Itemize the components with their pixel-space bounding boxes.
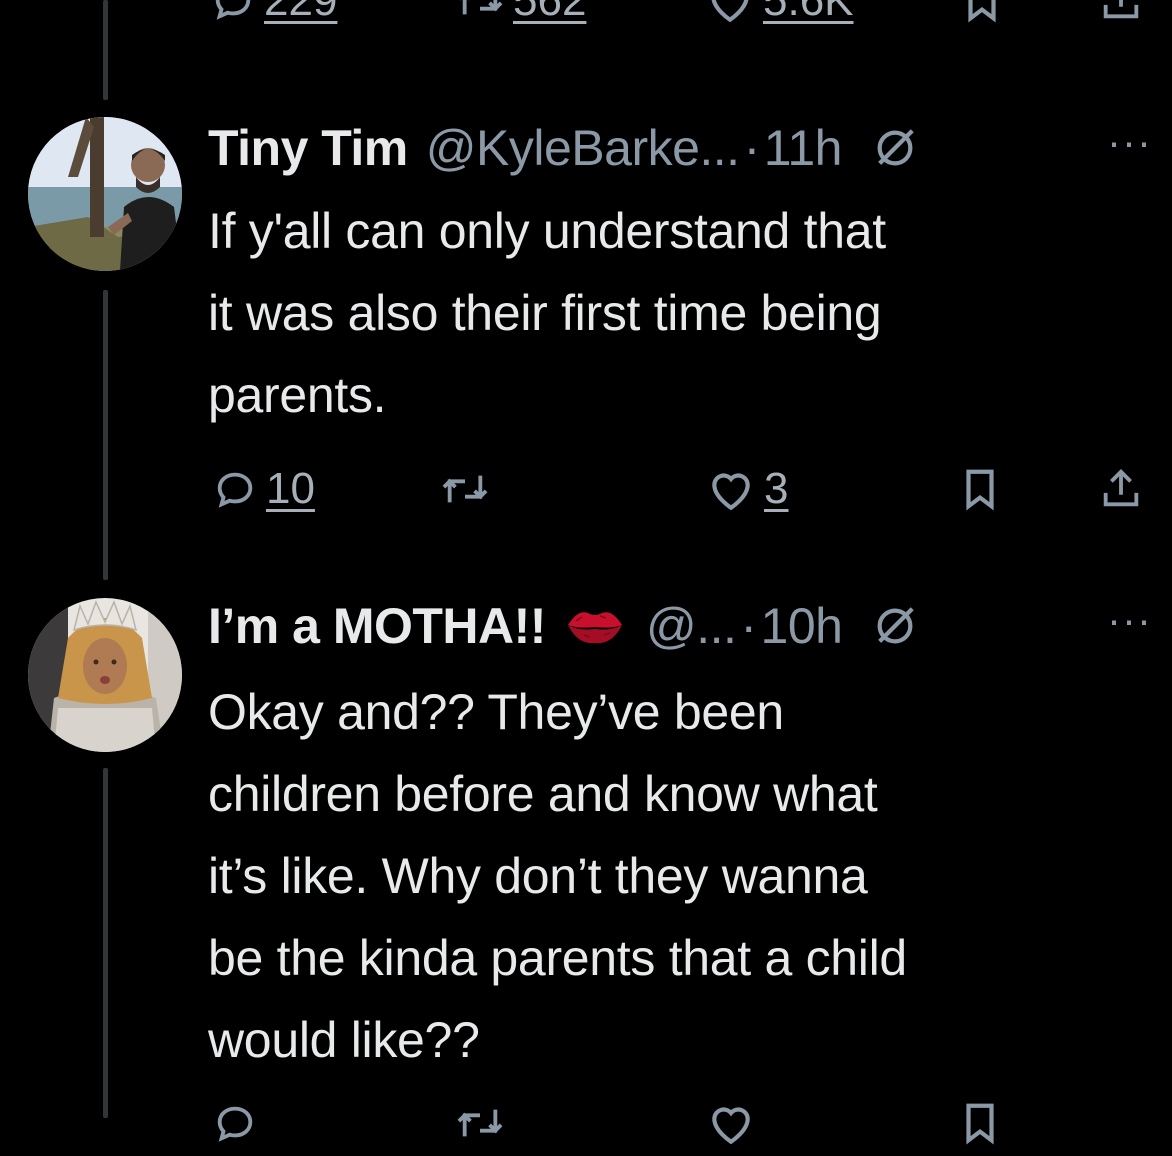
heart-icon <box>712 1107 750 1145</box>
tweet-text-line: it was also their first time being <box>208 285 882 341</box>
tweet-text-line: would like?? <box>208 1012 480 1068</box>
tweet-actions <box>0 1100 1172 1156</box>
bookmark-icon <box>966 1103 994 1145</box>
repost-icon <box>459 0 503 15</box>
separator-dot: · <box>743 120 761 176</box>
reply-icon <box>217 1106 253 1142</box>
share-icon <box>1103 0 1139 19</box>
tweet-text-line: Okay and?? They’ve been <box>208 684 784 740</box>
repost-button[interactable]: 562 <box>455 0 586 24</box>
lips-kiss-emoji-icon <box>567 612 622 644</box>
avatar[interactable] <box>28 117 182 271</box>
separator-dot: · <box>740 598 757 654</box>
repost-icon <box>457 1109 503 1137</box>
repost-icon <box>442 475 488 503</box>
like-button[interactable] <box>706 1100 756 1146</box>
profile-photo-man-by-lake-icon <box>28 117 182 271</box>
like-count: 5.6K <box>763 0 854 25</box>
bookmark-button[interactable] <box>960 466 1000 512</box>
more-options-icon[interactable]: ··· <box>1107 118 1152 166</box>
share-icon <box>1103 469 1139 507</box>
repost-button[interactable] <box>440 466 498 512</box>
share-button[interactable] <box>1098 466 1144 512</box>
tweet-text-line: If y'all can only understand that <box>208 203 886 259</box>
reply-button[interactable]: 10 <box>212 466 315 512</box>
tweet-text-line: children before and know what <box>208 766 878 822</box>
repost-count: 562 <box>513 0 587 25</box>
avatar[interactable] <box>28 598 182 752</box>
user-handle[interactable]: @KyleBarke... <box>426 119 740 177</box>
grok-icon[interactable] <box>872 125 918 171</box>
grok-icon[interactable] <box>872 603 918 649</box>
top-tweet-actions: 229 562 5.6K <box>0 0 1172 34</box>
reply-button[interactable] <box>212 1100 258 1146</box>
thread-line-middle <box>103 290 108 580</box>
tweet-header: Tiny Tim @KyleBarke... · 11h ··· <box>208 118 1152 178</box>
display-name[interactable]: I’m a MOTHA!! <box>208 597 546 655</box>
reply-button[interactable]: 229 <box>210 0 337 24</box>
tweet-text-line: be the kinda parents that a child <box>208 930 907 986</box>
reply-icon <box>217 472 253 508</box>
repost-button[interactable] <box>455 1100 505 1146</box>
timestamp[interactable]: 10h <box>761 597 843 655</box>
share-button[interactable] <box>1098 0 1144 24</box>
like-count: 3 <box>764 464 789 513</box>
reply-icon <box>215 0 251 20</box>
more-options-icon[interactable]: ··· <box>1107 596 1152 644</box>
bookmark-button[interactable] <box>962 0 1002 24</box>
like-button[interactable]: 3 <box>706 466 788 512</box>
reply-count: 229 <box>264 0 338 25</box>
user-handle[interactable]: @... <box>646 597 737 655</box>
bookmark-button[interactable] <box>960 1100 1000 1146</box>
profile-photo-woman-with-crown-icon <box>28 598 182 752</box>
tweet-text-line: it’s like. Why don’t they wanna <box>208 848 868 904</box>
thread-line-bottom <box>103 768 108 1118</box>
bookmark-icon <box>966 469 994 511</box>
tweet-text: Okay and?? They’ve been children before … <box>208 671 1138 1081</box>
timestamp[interactable]: 11h <box>764 119 843 177</box>
reply-count: 10 <box>266 464 315 513</box>
display-name[interactable]: Tiny Tim <box>208 119 408 177</box>
tweet-text-line: parents. <box>208 367 387 423</box>
tweet-text: If y'all can only understand that it was… <box>208 190 1138 436</box>
heart-icon <box>711 0 749 23</box>
like-button[interactable]: 5.6K <box>705 0 854 24</box>
bookmark-icon <box>968 0 996 23</box>
tweet-header: I’m a MOTHA!! @... · 10h ··· <box>208 596 1152 656</box>
tweet-actions: 10 3 <box>0 466 1172 522</box>
heart-icon <box>712 473 750 511</box>
